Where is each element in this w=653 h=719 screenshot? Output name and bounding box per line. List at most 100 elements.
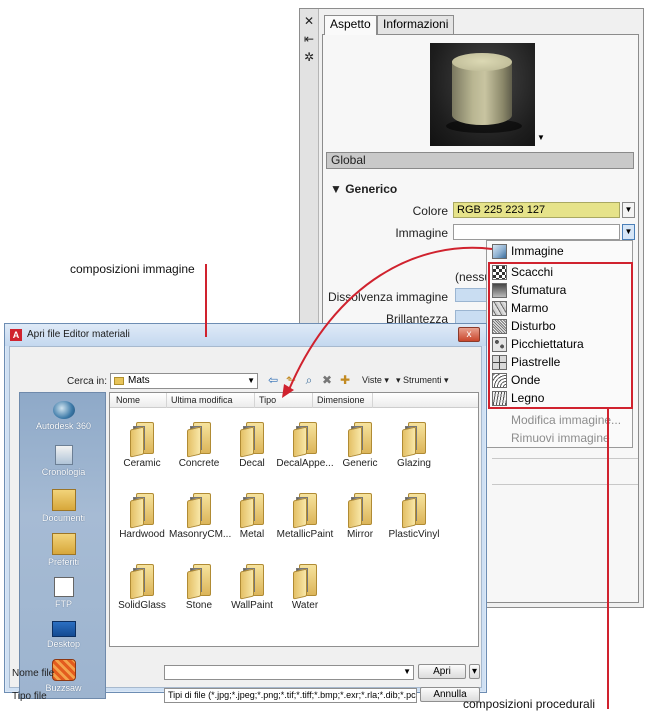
search-web-icon[interactable]: ⌕ [302,373,316,387]
file-item[interactable]: Generic [330,420,390,469]
look-in-label: Cerca in: [67,376,108,387]
file-item[interactable]: MetallicPaint [275,491,335,540]
column-type[interactable]: Tipo [259,395,276,405]
close-icon[interactable]: ✕ [303,15,315,27]
folder-icon [402,420,426,458]
palette-divider [492,458,638,459]
column-separator[interactable] [166,393,167,408]
file-item[interactable]: Hardwood [112,491,172,540]
place-documents[interactable]: Documenti [20,489,107,523]
file-item[interactable]: Metal [222,491,282,540]
filetype-value: Tipi di file (*.jpg;*.jpeg;*.png;*.tif;*… [168,690,417,700]
place-label: Autodesk 360 [35,421,92,431]
folder-icon [240,491,264,529]
place-label: Documenti [41,513,86,523]
up-folder-icon[interactable]: ⬑ [284,373,298,387]
place-autodesk-360[interactable]: Autodesk 360 [20,401,107,431]
file-item[interactable]: SolidGlass [112,562,172,611]
tab-aspetto[interactable]: Aspetto [324,15,377,35]
color-field[interactable]: RGB 225 223 127 [453,202,620,218]
color-dropdown-button[interactable]: ▼ [622,202,635,218]
back-icon[interactable]: ⇦ [266,373,280,387]
file-item[interactable]: MasonryCM... [169,491,232,540]
column-name[interactable]: Nome [116,395,140,405]
file-item[interactable]: PlasticVinyl [384,491,444,540]
annotation-leader-line [607,409,609,709]
file-item[interactable]: Water [275,562,335,611]
file-item[interactable]: Ceramic [112,420,172,469]
open-options-button[interactable]: ▾ [469,664,480,679]
views-menu[interactable]: Viste ▾ [362,375,389,386]
chevron-down-icon: ▼ [403,667,411,676]
file-item[interactable]: DecalAppe... [275,420,335,469]
places-bar: Autodesk 360 Cronologia Documenti Prefer… [19,392,106,699]
procedural-highlight-box [488,262,633,409]
open-button[interactable]: Apri [418,664,466,679]
file-label: Stone [185,600,213,611]
tools-menu[interactable]: ▾ Strumenti ▾ [396,375,449,386]
place-ftp[interactable]: FTP [20,577,107,609]
place-favorites[interactable]: Preferiti [20,533,107,567]
tab-informazioni[interactable]: Informazioni [377,15,455,34]
history-icon [54,445,73,465]
image-field[interactable] [453,224,620,240]
dialog-title-bar[interactable]: A Apri file Editor materiali x [5,324,486,346]
file-item[interactable]: Glazing [384,420,444,469]
folder-icon [402,491,426,529]
look-in-combo[interactable]: Mats ▼ [110,373,258,389]
folder-icon [240,420,264,458]
folder-icon [187,491,211,529]
cloud-icon [52,401,75,419]
file-label: Mirror [346,529,374,540]
pin-icon[interactable]: ⇤ [303,33,315,45]
filename-label: Nome file [12,668,55,679]
folder-icon [114,377,124,385]
file-label: Hardwood [119,529,165,540]
menu-item-immagine[interactable]: Immagine [489,243,629,260]
new-folder-icon[interactable]: ✚ [338,373,352,387]
close-button[interactable]: x [458,327,480,342]
color-label: Colore [412,204,448,218]
folder-icon [187,562,211,600]
column-separator[interactable] [372,393,373,408]
file-label: Water [291,600,319,611]
preview-dropdown-icon[interactable]: ▼ [537,133,545,142]
column-separator[interactable] [312,393,313,408]
tools-label: Strumenti [403,375,442,385]
file-label: Ceramic [123,458,161,469]
file-label: PlasticVinyl [388,529,440,540]
folder-icon [293,491,317,529]
annotation-leader-line [205,264,207,337]
documents-icon [51,489,76,511]
material-preview[interactable] [430,43,535,146]
image-label: Immagine [395,226,448,240]
properties-icon[interactable]: ✲ [303,51,315,63]
views-label: Viste [362,375,382,385]
column-separator[interactable] [254,393,255,408]
look-in-value: Mats [128,375,150,386]
file-label: MasonryCM... [169,529,232,540]
file-item[interactable]: Mirror [330,491,390,540]
section-global[interactable]: Global [326,152,634,169]
ftp-icon [53,577,74,597]
column-size[interactable]: Dimensione [317,395,365,405]
column-modified[interactable]: Ultima modifica [171,395,233,405]
filename-combo[interactable]: ▼ [164,665,414,680]
file-item[interactable]: WallPaint [222,562,282,611]
filetype-combo[interactable]: Tipi di file (*.jpg;*.jpeg;*.png;*.tif;*… [164,688,417,703]
image-dropdown-button[interactable]: ▼ [622,224,635,240]
file-label: SolidGlass [118,600,166,611]
delete-icon[interactable]: ✖ [320,373,334,387]
file-item[interactable]: Stone [169,562,229,611]
collapse-triangle-icon: ▼ [330,182,346,196]
file-item[interactable]: Decal [222,420,282,469]
place-history[interactable]: Cronologia [20,445,107,477]
group-generico-label: Generico [345,182,398,196]
file-item[interactable]: Concrete [169,420,229,469]
place-label: Desktop [46,639,81,649]
group-generico[interactable]: ▼ Generico [330,182,397,196]
favorites-icon [51,533,76,555]
place-label: Preferiti [47,557,79,567]
place-desktop[interactable]: Desktop [20,621,107,649]
desktop-icon [51,621,76,637]
